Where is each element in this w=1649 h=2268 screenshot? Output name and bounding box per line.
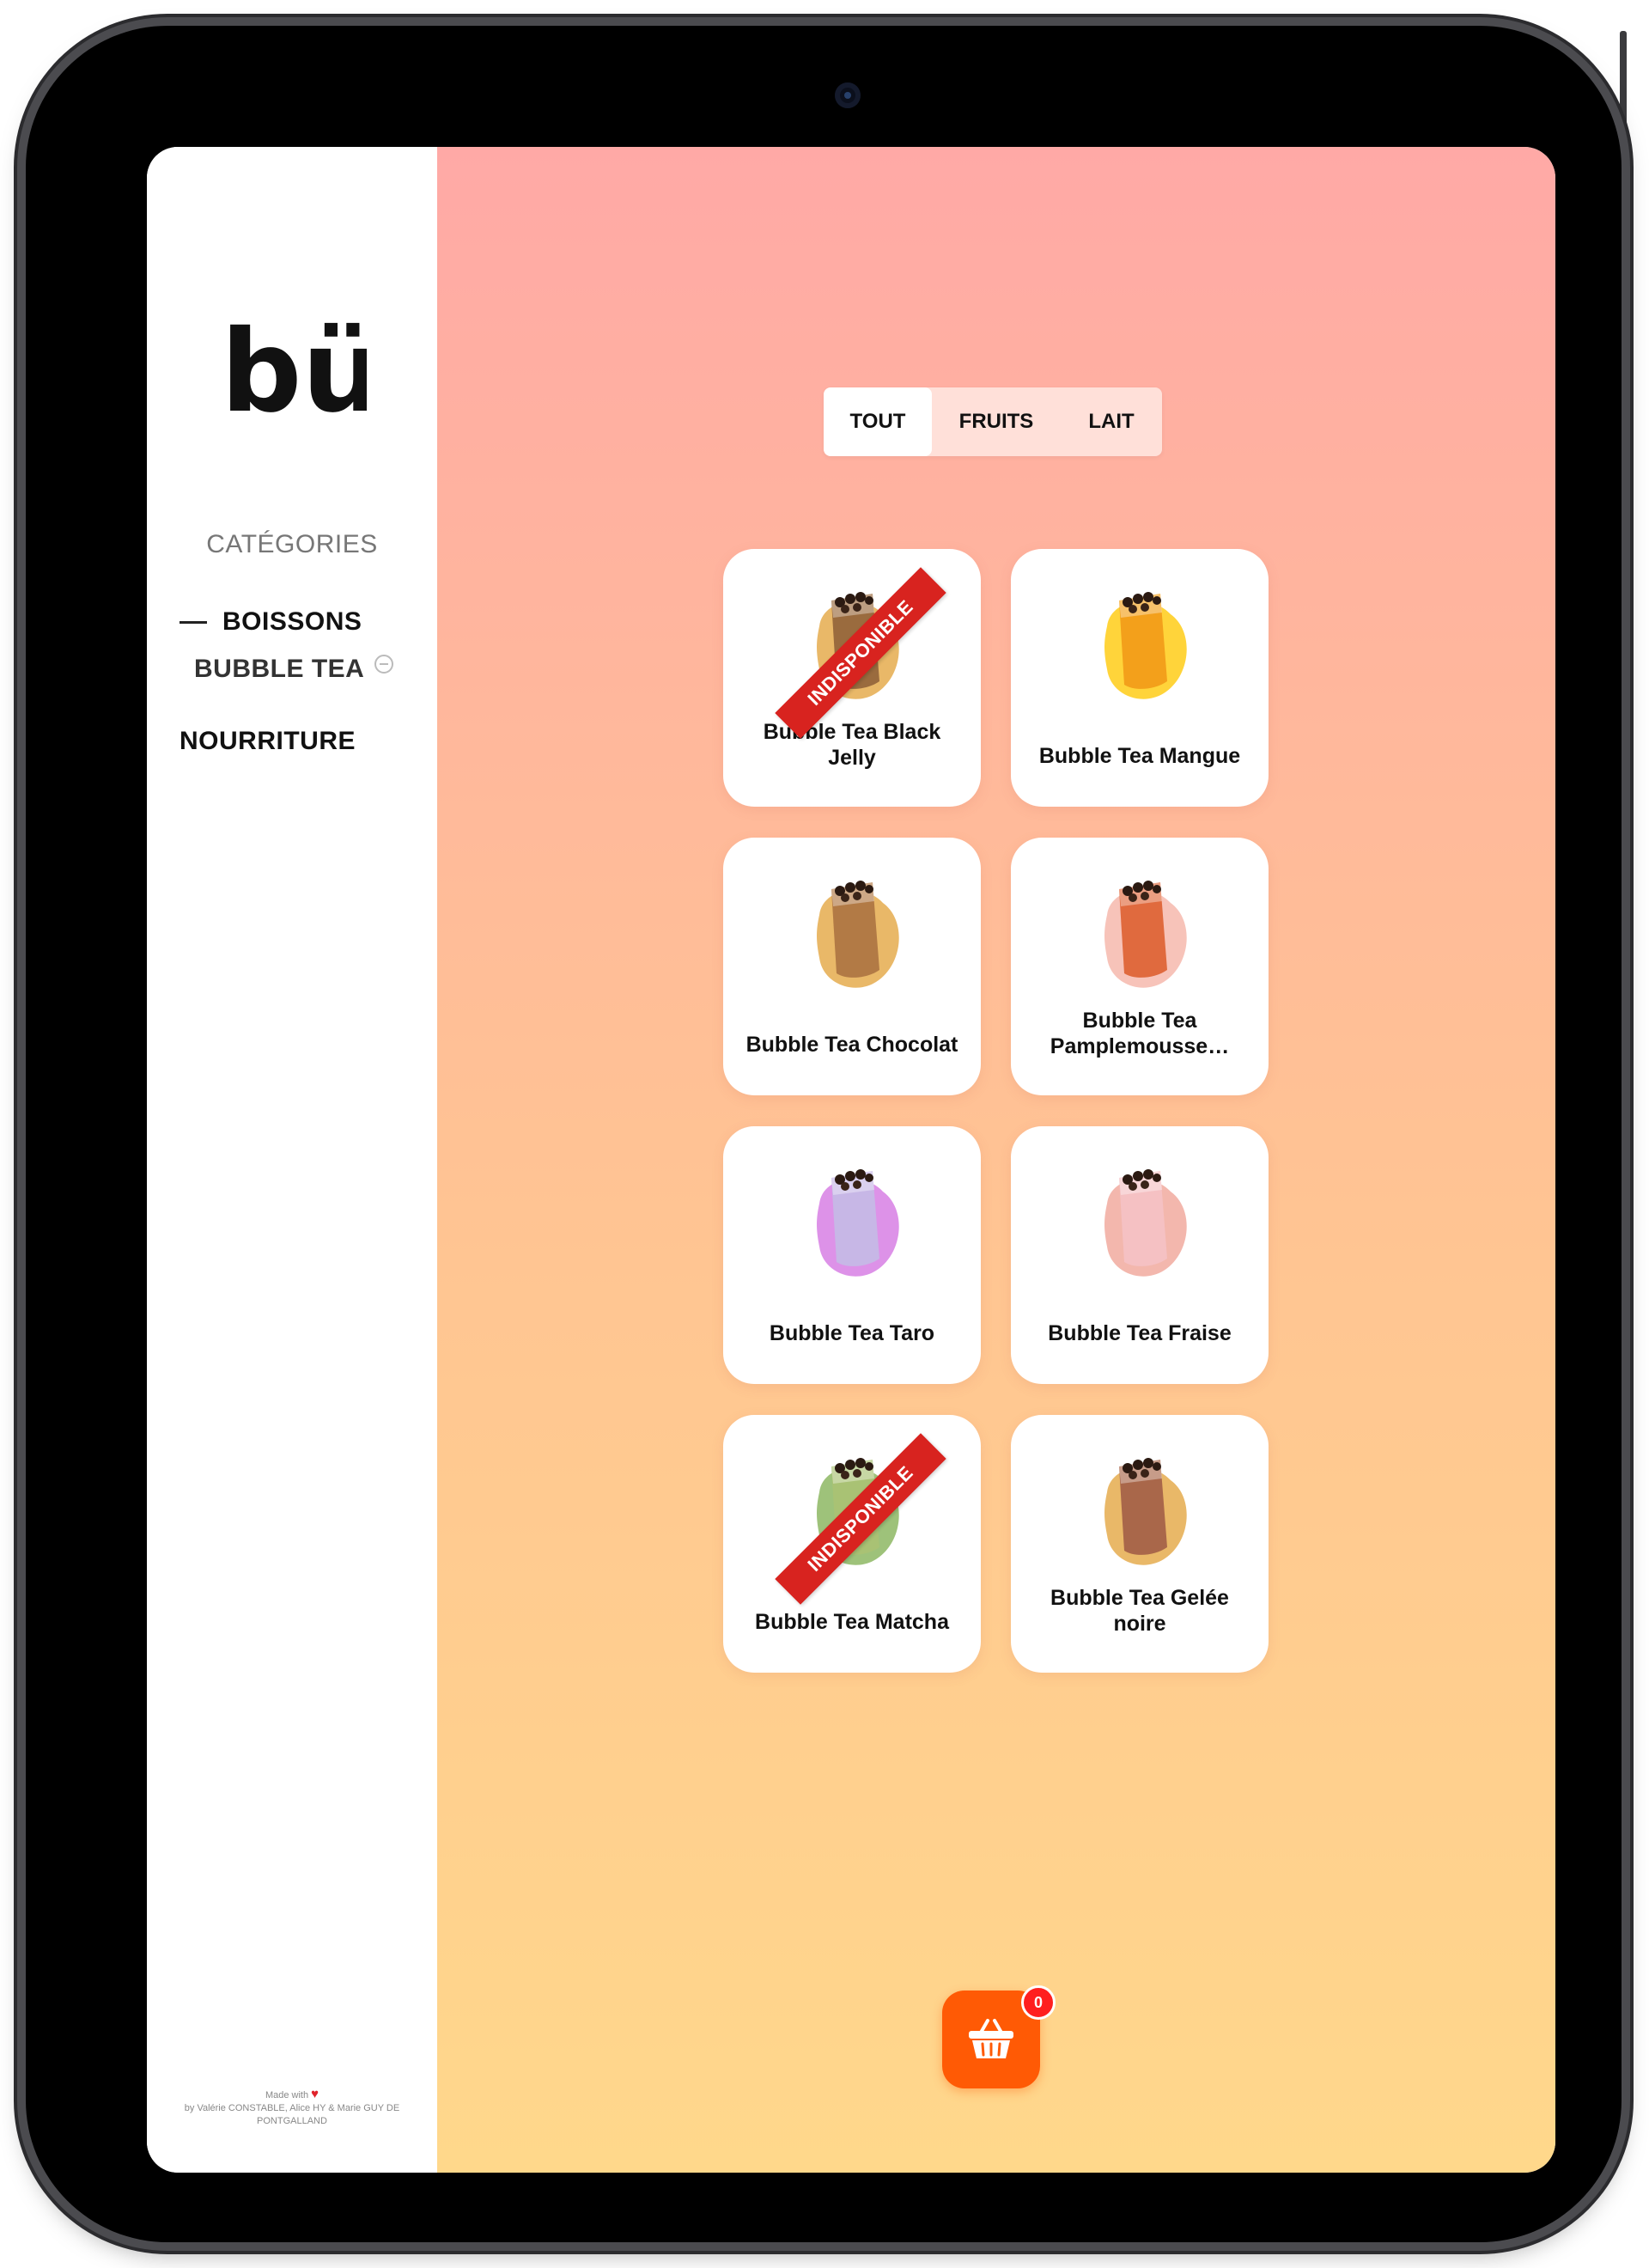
credits-made-with: Made with bbox=[265, 2090, 309, 2100]
category-nourriture[interactable]: NOURRITURE bbox=[180, 727, 356, 756]
credits-authors: by Valérie CONSTABLE, Alice HY & Marie G… bbox=[184, 2103, 400, 2126]
credits: Made with ♥ by Valérie CONSTABLE, Alice … bbox=[173, 2088, 411, 2128]
product-name: Bubble Tea Black Jelly bbox=[763, 720, 941, 770]
product-name: Bubble Tea Fraise bbox=[1048, 1321, 1232, 1345]
product-name: Bubble Tea Gelée noire bbox=[1050, 1586, 1229, 1636]
product-name: Bubble Tea Chocolat bbox=[745, 1033, 958, 1057]
front-camera bbox=[835, 82, 861, 108]
product-image bbox=[1104, 592, 1187, 699]
basket-icon bbox=[969, 2019, 1013, 2058]
expanded-indicator bbox=[180, 620, 207, 624]
tab-tout[interactable]: TOUT bbox=[824, 387, 932, 456]
product-card[interactable]: Bubble Tea Fraise bbox=[1011, 1126, 1269, 1384]
product-card[interactable]: Bubble Tea Black Jelly INDISPONIBLE bbox=[723, 549, 981, 807]
product-image bbox=[1104, 1458, 1187, 1565]
category-bubble-tea-label: BUBBLE TEA bbox=[194, 655, 365, 683]
category-boissons[interactable]: BOISSONS bbox=[180, 607, 362, 637]
product-name: Bubble Tea Pamplemousse… bbox=[1050, 1009, 1230, 1058]
product-card[interactable]: Bubble Tea Chocolat bbox=[723, 838, 981, 1095]
filter-tabs: TOUT FRUITS LAIT bbox=[824, 387, 1162, 456]
brand-logo-text: bü bbox=[221, 314, 367, 426]
brand-logo[interactable]: bü bbox=[221, 314, 367, 426]
tablet-frame: bü CATÉGORIES BOISSONS BUBBLE TEA NOURRI… bbox=[26, 26, 1622, 2242]
product-name: Bubble Tea Matcha bbox=[755, 1610, 949, 1634]
cart-count-badge: 0 bbox=[1021, 1985, 1056, 2020]
app-screen: bü CATÉGORIES BOISSONS BUBBLE TEA NOURRI… bbox=[147, 147, 1555, 2173]
tab-lait[interactable]: LAIT bbox=[1061, 387, 1162, 456]
product-image bbox=[1104, 1169, 1187, 1277]
collapse-icon[interactable] bbox=[374, 655, 394, 674]
product-name: Bubble Tea Mangue bbox=[1038, 744, 1241, 768]
product-card[interactable]: Bubble Tea Mangue bbox=[1011, 549, 1269, 807]
category-nourriture-label: NOURRITURE bbox=[180, 727, 356, 755]
product-card[interactable]: Bubble Tea Pamplemousse… bbox=[1011, 838, 1269, 1095]
product-card[interactable]: Bubble Tea Matcha INDISPONIBLE bbox=[723, 1415, 981, 1673]
sidebar: bü CATÉGORIES BOISSONS BUBBLE TEA NOURRI… bbox=[147, 147, 437, 2173]
main-content: TOUT FRUITS LAIT Bubble Tea Black Jelly I… bbox=[437, 147, 1555, 2173]
product-name: Bubble Tea Taro bbox=[769, 1321, 935, 1345]
category-boissons-label: BOISSONS bbox=[222, 607, 362, 636]
product-image bbox=[817, 1169, 899, 1277]
product-image bbox=[817, 881, 899, 988]
categories-title: CATÉGORIES bbox=[206, 530, 378, 558]
heart-icon: ♥ bbox=[311, 2087, 319, 2101]
product-image bbox=[1104, 881, 1187, 988]
tab-fruits[interactable]: FRUITS bbox=[932, 387, 1061, 456]
category-bubble-tea[interactable]: BUBBLE TEA bbox=[194, 655, 394, 684]
product-card[interactable]: Bubble Tea Gelée noire bbox=[1011, 1415, 1269, 1673]
product-grid: Bubble Tea Black Jelly INDISPONIBLE Bubble… bbox=[723, 549, 1269, 1673]
product-card[interactable]: Bubble Tea Taro bbox=[723, 1126, 981, 1384]
